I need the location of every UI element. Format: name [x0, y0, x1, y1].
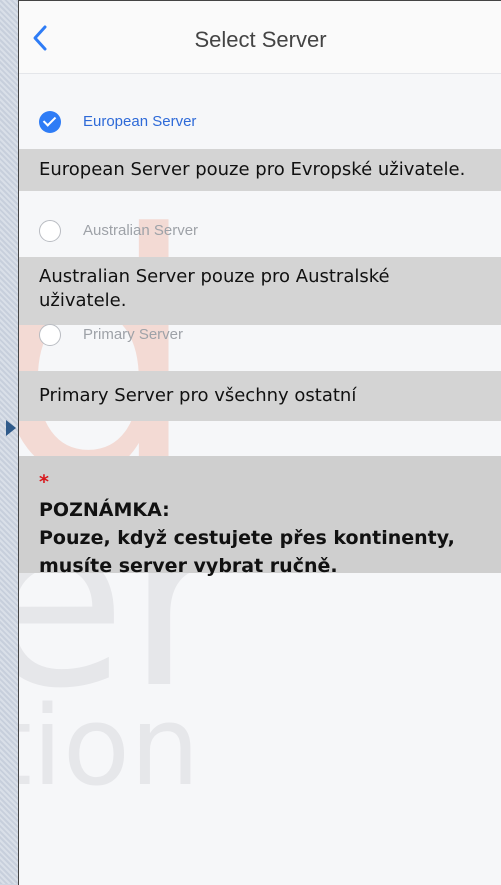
callout-text-line1: Australian Server pouze pro Australské — [39, 266, 390, 287]
option-european-server[interactable]: European Server — [19, 102, 501, 142]
option-label: Primary Server — [83, 326, 184, 343]
callout-text: European Server pouze pro Evropské uživa… — [39, 159, 466, 180]
unchecked-radio-icon — [39, 324, 61, 346]
option-label: Australian Server — [83, 222, 199, 239]
checked-radio-icon — [39, 111, 61, 133]
option-primary-server[interactable]: Primary Server — [19, 315, 501, 355]
navigation-bar: Select Server — [19, 1, 501, 74]
option-australian-server[interactable]: Australian Server — [19, 211, 501, 251]
callout-text: Primary Server pro všechny ostatní — [39, 385, 357, 406]
callout-primary: Primary Server pro všechny ostatní — [19, 371, 501, 421]
note-line1: Pouze, když cestujete přes kontinenty, — [39, 527, 455, 549]
callout-european: European Server pouze pro Evropské uživa… — [19, 149, 501, 191]
note-star: * — [39, 471, 49, 493]
page-title: Select Server — [194, 27, 327, 52]
pointer-arrow-icon — [6, 420, 16, 436]
note-box: * POZNÁMKA: Pouze, když cestujete přes ko… — [19, 456, 501, 577]
callout-text-line2: uživatele. — [39, 290, 127, 311]
note-line2: musíte server vybrat ručně. — [39, 555, 338, 577]
watermark-tion: tion — [19, 682, 200, 810]
note-heading: * POZNÁMKA: — [39, 468, 501, 524]
background-texture — [0, 0, 18, 884]
option-label: European Server — [83, 113, 197, 130]
phone-screen: d er tion Select Server European Server … — [18, 0, 501, 885]
note-heading-text: POZNÁMKA: — [39, 499, 170, 521]
unchecked-radio-icon — [39, 220, 61, 242]
